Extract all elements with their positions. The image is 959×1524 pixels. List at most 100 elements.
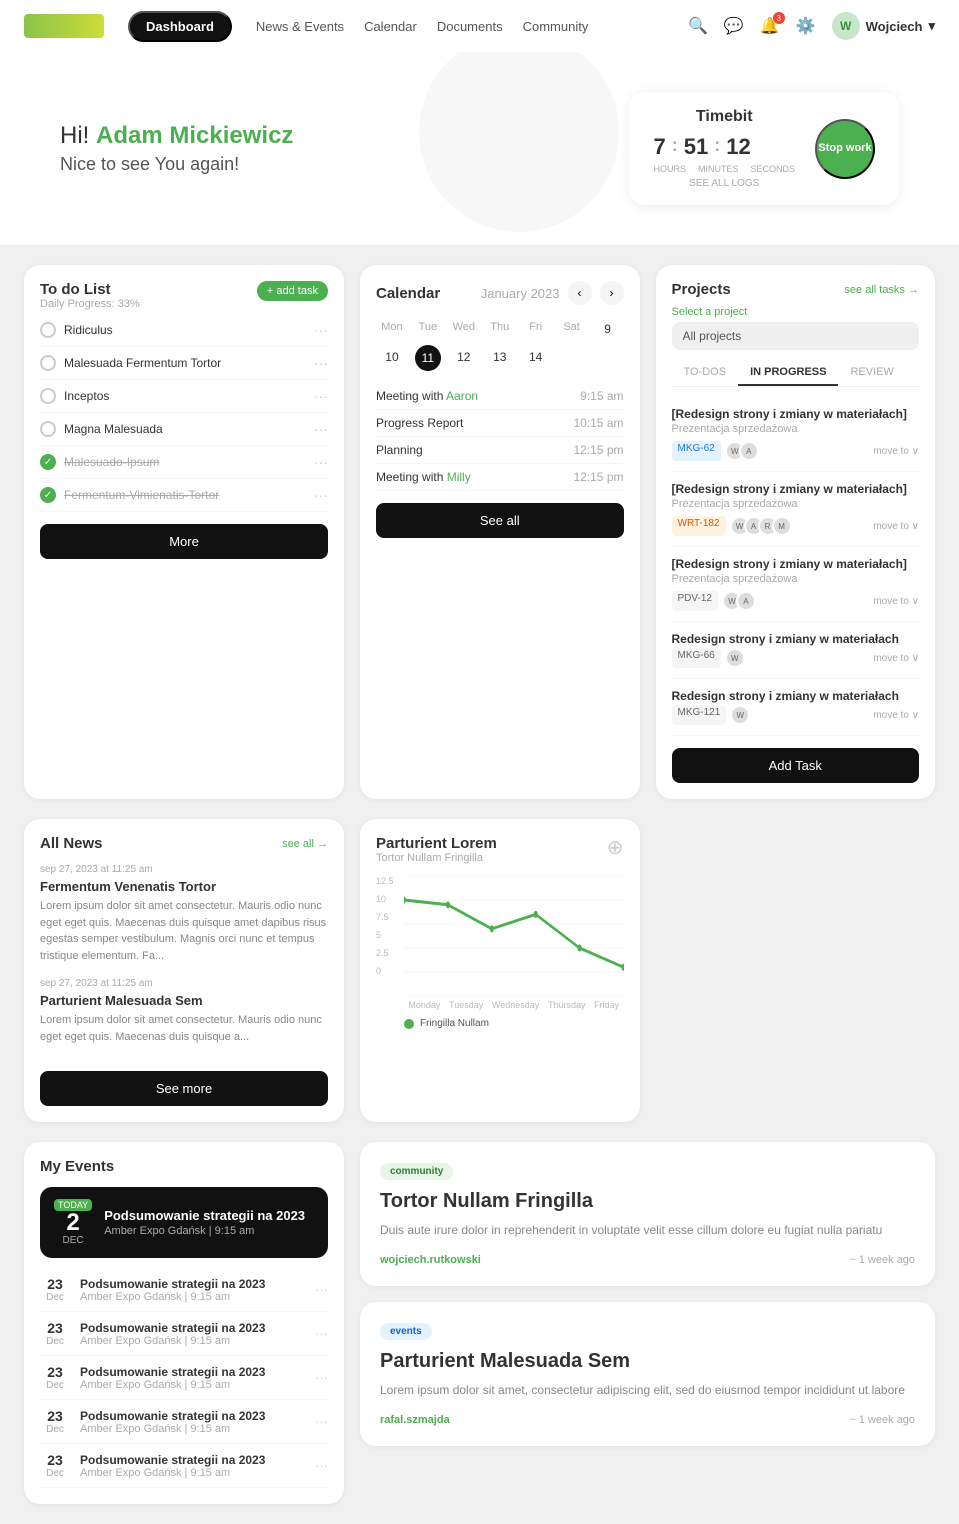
project-tag: MKG-121 (672, 705, 727, 725)
post-footer: wojciech.rutkowski ~ 1 week ago (380, 1254, 915, 1266)
nav-news-events[interactable]: News & Events (256, 19, 344, 34)
project-tab-inprogress[interactable]: IN PROGRESS (738, 360, 838, 386)
bell-icon[interactable]: 🔔3 (760, 16, 780, 36)
calendar-prev[interactable]: ‹ (568, 281, 592, 305)
chart-bookmark-icon[interactable]: ⊕ (607, 835, 624, 860)
todo-item: Malesuada Fermentum Tortor ··· (40, 347, 328, 380)
stop-work-button[interactable]: Stop work (815, 119, 875, 179)
todo-subtitle: Daily Progress: 33% (40, 298, 140, 310)
chart-subtitle: Tortor Nullam Fringilla (376, 852, 497, 864)
projects-title: Projects (672, 281, 731, 298)
community-post: events Parturient Malesuada Sem Lorem ip… (360, 1302, 935, 1446)
project-avatar: A (739, 441, 759, 461)
event-menu[interactable]: ··· (315, 1458, 328, 1473)
todo-checkbox-done[interactable]: ✓ (40, 454, 56, 470)
calendar-day[interactable]: 10 (376, 345, 408, 371)
nav-community[interactable]: Community (523, 19, 589, 34)
calendar-day[interactable]: 13 (484, 345, 516, 371)
event-menu[interactable]: ··· (315, 1326, 328, 1341)
todo-menu[interactable]: ··· (314, 487, 328, 503)
project-tag: MKG-66 (672, 648, 721, 668)
event-menu[interactable]: ··· (315, 1370, 328, 1385)
nav-actions: 🔍 💬 🔔3 ⚙️ W Wojciech ▾ (688, 12, 935, 40)
event-today-info: Podsumowanie strategii na 2023 Amber Exp… (104, 1208, 314, 1237)
project-move-to[interactable]: move to ∨ (873, 710, 919, 721)
todo-menu[interactable]: ··· (314, 322, 328, 338)
todo-checkbox[interactable] (40, 355, 56, 371)
todo-menu[interactable]: ··· (314, 421, 328, 437)
community-post: community Tortor Nullam Fringilla Duis a… (360, 1142, 935, 1286)
add-task-button[interactable]: + add task (257, 281, 328, 301)
project-tab-review[interactable]: REVIEW (838, 360, 905, 386)
news-item: sep 27, 2023 at 11:25 am Parturient Male… (40, 978, 328, 1045)
add-task-button[interactable]: Add Task (672, 748, 920, 783)
nav-documents[interactable]: Documents (437, 19, 503, 34)
see-more-button[interactable]: See more (40, 1071, 328, 1106)
post-author: rafal.szmajda (380, 1414, 450, 1426)
navbar: Dashboard News & Events Calendar Documen… (0, 0, 959, 52)
todo-checkbox[interactable] (40, 388, 56, 404)
project-move-to[interactable]: move to ∨ (873, 653, 919, 664)
news-see-all[interactable]: see all → (282, 838, 328, 850)
post-badge: community (380, 1163, 453, 1180)
hero-subtitle: Nice to see You again! (60, 154, 293, 175)
select-project-label: Select a project (672, 306, 920, 318)
todo-menu[interactable]: ··· (314, 454, 328, 470)
timebit-hours: 7 (653, 134, 665, 160)
hero-bg-decoration (419, 52, 619, 232)
news-date: sep 27, 2023 at 11:25 am (40, 864, 328, 875)
nav-dashboard-tab[interactable]: Dashboard (128, 11, 232, 42)
todo-menu[interactable]: ··· (314, 355, 328, 371)
projects-card: Projects see all tasks → Select a projec… (656, 265, 936, 799)
legend-dot (404, 1019, 414, 1029)
project-move-to[interactable]: move to ∨ (873, 521, 919, 532)
timebit-title: Timebit (653, 108, 795, 126)
calendar-day[interactable]: 9 (592, 317, 624, 341)
calendar-card: Calendar January 2023 ‹ › Mon Tue Wed Th… (360, 265, 640, 799)
more-button[interactable]: More (40, 524, 328, 559)
nav-calendar[interactable]: Calendar (364, 19, 417, 34)
event-menu[interactable]: ··· (315, 1282, 328, 1297)
settings-icon[interactable]: ⚙️ (796, 16, 816, 36)
todo-checkbox-done[interactable]: ✓ (40, 487, 56, 503)
event-name: Meeting with Milly (376, 470, 471, 484)
post-time: ~ 1 week ago (849, 1414, 915, 1426)
todo-menu[interactable]: ··· (314, 388, 328, 404)
post-desc: Lorem ipsum dolor sit amet, consectetur … (380, 1381, 915, 1400)
project-tab-todos[interactable]: TO-DOS (672, 360, 739, 386)
see-all-button[interactable]: See all (376, 503, 624, 538)
main-grid: To do List Daily Progress: 33% + add tas… (0, 245, 959, 819)
projects-see-all[interactable]: see all tasks → (844, 284, 919, 296)
search-icon[interactable]: 🔍 (688, 16, 708, 36)
post-time: ~ 1 week ago (849, 1254, 915, 1266)
project-select[interactable]: All projects (672, 322, 920, 350)
calendar-day[interactable]: 14 (520, 345, 552, 371)
user-menu[interactable]: W Wojciech ▾ (832, 12, 935, 40)
project-tag: WRT-182 (672, 516, 726, 536)
event-menu[interactable]: ··· (315, 1414, 328, 1429)
calendar-next[interactable]: › (600, 281, 624, 305)
project-move-to[interactable]: move to ∨ (873, 596, 919, 607)
news-title: All News (40, 835, 103, 852)
project-avatar: W (725, 648, 745, 668)
todo-checkbox[interactable] (40, 421, 56, 437)
todo-card: To do List Daily Progress: 33% + add tas… (24, 265, 344, 799)
calendar-nav: ‹ › (568, 281, 624, 305)
todo-checkbox[interactable] (40, 322, 56, 338)
post-desc: Duis aute irure dolor in reprehenderit i… (380, 1221, 915, 1240)
todo-header: To do List Daily Progress: 33% + add tas… (40, 281, 328, 310)
timebit-see-all[interactable]: SEE ALL LOGS (653, 178, 795, 189)
event-today: TODAY 2 DEC Podsumowanie strategii na 20… (40, 1187, 328, 1258)
event-item: 23Dec Podsumowanie strategii na 2023Ambe… (40, 1444, 328, 1488)
timebit-time: 7 : 51 : 12 (653, 134, 795, 160)
news-item-body: Lorem ipsum dolor sit amet consectetur. … (40, 898, 328, 964)
hero-section: Hi! Adam Mickiewicz Nice to see You agai… (0, 52, 959, 245)
event-item: 23Dec Podsumowanie strategii na 2023Ambe… (40, 1312, 328, 1356)
todo-item: Ridiculus ··· (40, 314, 328, 347)
calendar-day[interactable]: 12 (448, 345, 480, 371)
calendar-day-today[interactable]: 11 (415, 345, 441, 371)
project-move-to[interactable]: move to ∨ (873, 446, 919, 457)
message-icon[interactable]: 💬 (724, 16, 744, 36)
calendar-event: Meeting with Milly 12:15 pm (376, 464, 624, 491)
all-news-card: All News see all → sep 27, 2023 at 11:25… (24, 819, 344, 1122)
